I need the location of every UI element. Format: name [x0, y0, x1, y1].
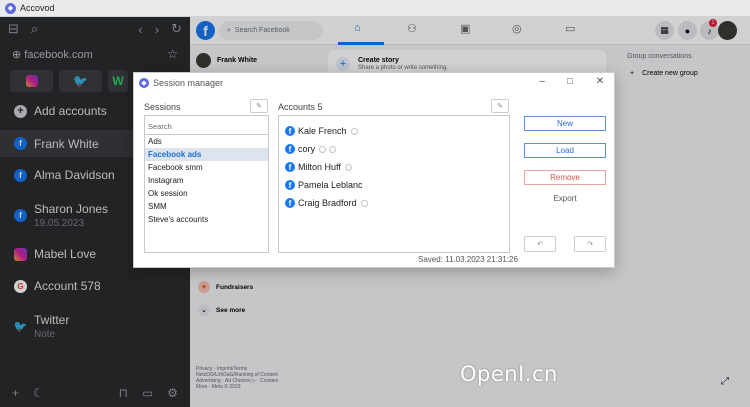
session-item[interactable]: Instagram — [145, 174, 268, 187]
minimize-icon[interactable]: – — [534, 76, 550, 87]
account-row[interactable]: f cory — [279, 140, 509, 158]
watermark: OpenI.cn — [460, 362, 558, 386]
pencil-icon: ✎ — [497, 103, 503, 110]
visibility-icon[interactable] — [350, 127, 358, 135]
accounts-label: Accounts 5 — [278, 102, 323, 112]
visibility-icon[interactable] — [329, 145, 337, 153]
app-titlebar: ◆ Accovod — [0, 0, 750, 17]
undo-icon: ↶ — [537, 241, 543, 248]
app-title: Accovod — [20, 3, 55, 13]
account-row[interactable]: f Craig Bradford — [279, 194, 509, 212]
visibility-icon[interactable] — [360, 199, 368, 207]
session-item[interactable]: SMM — [145, 200, 268, 213]
close-icon[interactable]: ✕ — [592, 76, 608, 87]
account-row[interactable]: f Milton Huff — [279, 158, 509, 176]
remove-button[interactable]: Remove — [524, 170, 606, 185]
session-item[interactable]: Ok session — [145, 187, 268, 200]
facebook-icon: f — [285, 126, 295, 136]
account-name: Kale French — [298, 126, 347, 136]
redo-icon: ↷ — [587, 241, 593, 248]
session-item[interactable]: Facebook smm — [145, 161, 268, 174]
session-item[interactable]: Steve's accounts — [145, 213, 268, 226]
sessions-label: Sessions — [144, 102, 181, 112]
accounts-list: f Kale French f cory f Milton Huff f Pam… — [278, 115, 510, 253]
maximize-icon[interactable]: □ — [562, 76, 578, 87]
account-name: Craig Bradford — [298, 198, 357, 208]
undo-button[interactable]: ↶ — [524, 236, 556, 252]
visibility-icon[interactable] — [344, 163, 352, 171]
facebook-icon: f — [285, 144, 295, 154]
edit-sessions-button[interactable]: ✎ — [250, 99, 268, 113]
pencil-icon: ✎ — [256, 103, 262, 110]
session-item-selected[interactable]: Facebook ads — [145, 147, 268, 161]
dialog-title: Session manager — [153, 78, 224, 88]
edit-accounts-button[interactable]: ✎ — [491, 99, 509, 113]
session-manager-dialog: ◆ Session manager – □ ✕ Sessions ✎ Accou… — [133, 72, 615, 268]
account-name: Pamela Leblanc — [298, 180, 363, 190]
account-row[interactable]: f Kale French — [279, 122, 509, 140]
facebook-icon: f — [285, 162, 295, 172]
facebook-icon: f — [285, 198, 295, 208]
load-button[interactable]: Load — [524, 143, 606, 158]
session-item[interactable]: Ads — [145, 135, 268, 148]
export-button[interactable]: Export — [524, 191, 606, 206]
account-row[interactable]: f Pamela Leblanc — [279, 176, 509, 194]
saved-status: Saved: 11.03.2023 21:31:26 — [418, 255, 518, 264]
new-button[interactable]: New — [524, 116, 606, 131]
facebook-icon: f — [285, 180, 295, 190]
app-logo-icon: ◆ — [5, 2, 16, 14]
app-logo-icon: ◆ — [139, 78, 149, 88]
session-search-input[interactable] — [145, 119, 268, 135]
visibility-icon[interactable] — [319, 145, 327, 153]
account-name: cory — [298, 144, 316, 154]
redo-button[interactable]: ↷ — [574, 236, 606, 252]
sessions-list: Ads Facebook ads Facebook smm Instagram … — [144, 115, 269, 253]
account-name: Milton Huff — [298, 162, 341, 172]
